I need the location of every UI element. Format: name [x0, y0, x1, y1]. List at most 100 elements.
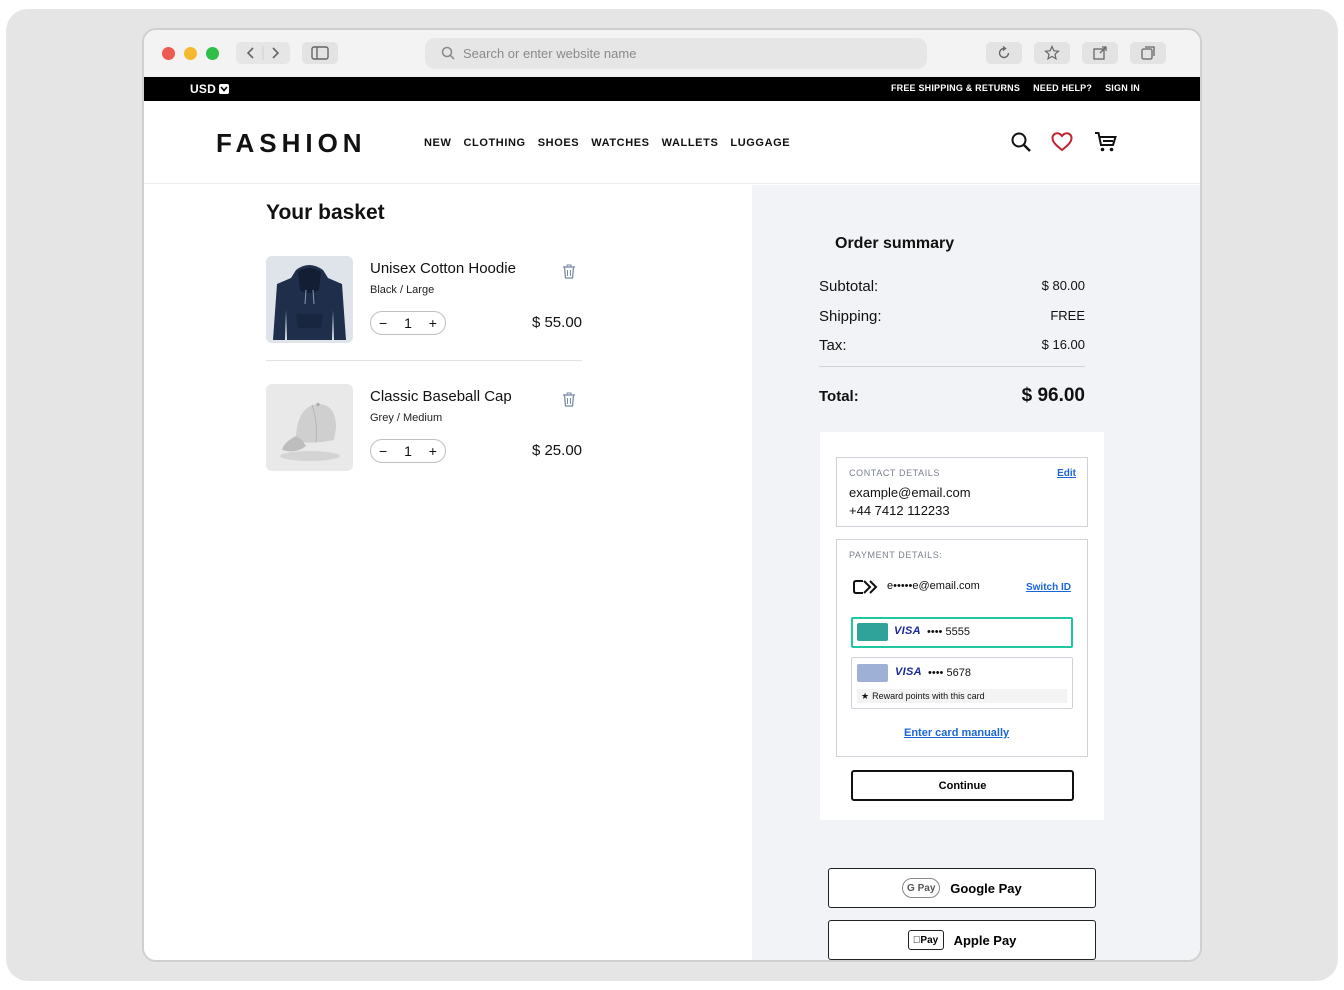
payment-details-box: PAYMENT DETAILS: e•••••e@email.com Switc…	[836, 539, 1088, 757]
summary-divider	[819, 366, 1085, 367]
quantity-value: 1	[404, 315, 412, 331]
continue-button[interactable]: Continue	[851, 770, 1074, 801]
payment-details-label: PAYMENT DETAILS:	[849, 550, 943, 560]
promo-bar: USD FREE SHIPPING & RETURNS NEED HELP? S…	[144, 77, 1200, 101]
basket-item: Unisex Cotton Hoodie Black / Large − 1 +…	[266, 256, 582, 344]
tax-row: Tax: $ 16.00	[819, 337, 1085, 354]
item-divider	[266, 360, 582, 361]
nav-item-clothing[interactable]: CLOTHING	[463, 137, 525, 149]
visa-logo: VISA	[894, 625, 921, 637]
item-variant: Black / Large	[370, 284, 435, 296]
apple-pay-label: Apple Pay	[953, 932, 1017, 948]
shipping-label: Shipping:	[819, 308, 882, 325]
card-image	[857, 664, 888, 682]
heart-icon[interactable]	[1051, 131, 1073, 158]
checkout-widget: CONTACT DETAILS Edit example@email.com +…	[820, 432, 1104, 820]
sign-in-link[interactable]: SIGN IN	[1105, 83, 1140, 93]
card-number: •••• 5555	[927, 626, 970, 638]
apple-pay-button[interactable]: Pay Apple Pay	[828, 920, 1096, 960]
item-name[interactable]: Unisex Cotton Hoodie	[370, 260, 516, 277]
contact-phone: +44 7412 112233	[849, 503, 950, 518]
google-pay-button[interactable]: G Pay Google Pay	[828, 868, 1096, 908]
order-summary-title: Order summary	[835, 235, 955, 252]
shipping-row: Shipping: FREE	[819, 308, 1085, 325]
reload-button[interactable]	[986, 42, 1022, 64]
apple-pay-badge-text: Pay	[913, 934, 938, 946]
search-icon[interactable]	[1010, 131, 1032, 158]
basket-item: Classic Baseball Cap Grey / Medium − 1 +…	[266, 384, 582, 472]
total-label: Total:	[819, 388, 859, 405]
tax-label: Tax:	[819, 337, 847, 354]
nav-item-new[interactable]: NEW	[424, 137, 451, 149]
back-forward-icon[interactable]	[236, 42, 290, 64]
google-pay-label: Google Pay	[950, 880, 1022, 896]
tabs-icon	[1141, 46, 1155, 60]
currency-selector[interactable]: USD	[190, 82, 229, 96]
enter-card-manually-link[interactable]: Enter card manually	[904, 727, 1009, 739]
subtotal-label: Subtotal:	[819, 278, 879, 295]
history-nav	[236, 42, 290, 64]
share-icon	[1093, 46, 1107, 60]
bookmark-button[interactable]	[1034, 42, 1070, 64]
logo[interactable]: FASHION	[216, 128, 367, 159]
trash-icon[interactable]	[562, 264, 576, 284]
quantity-stepper: − 1 +	[370, 439, 446, 463]
decrease-quantity-button[interactable]: −	[379, 443, 387, 459]
hoodie-image[interactable]	[266, 256, 353, 343]
increase-quantity-button[interactable]: +	[429, 315, 437, 331]
top-links: FREE SHIPPING & RETURNS NEED HELP? SIGN …	[891, 83, 1140, 93]
reload-icon	[998, 45, 1010, 59]
maximize-window-button[interactable]	[206, 47, 219, 60]
switch-id-link[interactable]: Switch ID	[1026, 582, 1071, 593]
address-bar[interactable]: Search or enter website name	[425, 38, 927, 69]
nav-item-luggage[interactable]: LUGGAGE	[730, 137, 790, 149]
saved-card-selected[interactable]: VISA •••• 5555	[851, 617, 1073, 648]
main-nav: NEW CLOTHING SHOES WATCHES WALLETS LUGGA…	[424, 137, 790, 149]
free-shipping-link[interactable]: FREE SHIPPING & RETURNS	[891, 83, 1020, 93]
cart-icon[interactable]	[1094, 131, 1118, 158]
site-header: FASHION NEW CLOTHING SHOES WATCHES WALLE…	[144, 101, 1200, 184]
link-pay-icon	[853, 579, 881, 600]
item-price: $ 55.00	[531, 314, 582, 331]
quantity-value: 1	[404, 443, 412, 459]
share-button[interactable]	[1082, 42, 1118, 64]
reward-note: ★ Reward points with this card	[857, 689, 1067, 703]
need-help-link[interactable]: NEED HELP?	[1033, 83, 1092, 93]
decrease-quantity-button[interactable]: −	[379, 315, 387, 331]
tabs-button[interactable]	[1130, 42, 1166, 64]
total-row: Total: $ 96.00	[819, 385, 1085, 407]
tax-value: $ 16.00	[1041, 337, 1085, 352]
quantity-stepper: − 1 +	[370, 311, 446, 335]
item-price: $ 25.00	[531, 442, 582, 459]
subtotal-row: Subtotal: $ 80.00	[819, 278, 1085, 295]
saved-card[interactable]: VISA •••• 5678 ★ Reward points with this…	[851, 657, 1073, 709]
cap-image[interactable]	[266, 384, 353, 471]
reward-note-text: Reward points with this card	[872, 691, 985, 701]
card-image	[857, 623, 888, 641]
nav-item-watches[interactable]: WATCHES	[591, 137, 649, 149]
sidebar-toggle-button[interactable]	[302, 42, 338, 64]
star-icon: ★	[861, 690, 870, 701]
order-summary-panel: Order summary Subtotal: $ 80.00 Shipping…	[752, 185, 1200, 960]
trash-icon[interactable]	[562, 392, 576, 412]
minimize-window-button[interactable]	[184, 47, 197, 60]
item-name[interactable]: Classic Baseball Cap	[370, 388, 512, 405]
nav-item-wallets[interactable]: WALLETS	[662, 137, 719, 149]
google-pay-badge-text: G Pay	[907, 882, 936, 894]
star-icon	[1044, 45, 1060, 61]
currency-label: USD	[190, 82, 216, 96]
subtotal-value: $ 80.00	[1041, 278, 1085, 293]
visa-logo: VISA	[895, 666, 922, 678]
card-number: •••• 5678	[928, 667, 971, 679]
edit-contact-link[interactable]: Edit	[1057, 468, 1076, 479]
close-window-button[interactable]	[162, 47, 175, 60]
contact-details-box: CONTACT DETAILS Edit example@email.com +…	[836, 457, 1088, 527]
browser-window: Search or enter website name USD FREE SH…	[142, 28, 1202, 962]
nav-item-shoes[interactable]: SHOES	[538, 137, 580, 149]
increase-quantity-button[interactable]: +	[429, 443, 437, 459]
apple-pay-icon: Pay	[907, 930, 944, 950]
search-icon	[441, 46, 455, 60]
google-pay-icon: G Pay	[902, 878, 941, 898]
chevron-down-icon	[218, 84, 229, 94]
contact-details-label: CONTACT DETAILS	[849, 468, 941, 478]
